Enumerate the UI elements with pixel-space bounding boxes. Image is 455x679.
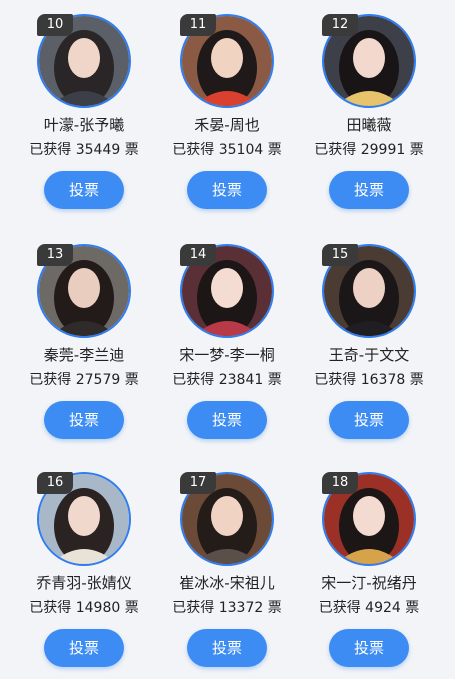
vote-button[interactable]: 投票: [44, 629, 124, 667]
candidate-name: 宋一梦-李一桐: [179, 346, 275, 364]
candidate-name: 崔冰冰-宋祖儿: [179, 574, 275, 592]
rank-badge: 18: [322, 472, 358, 494]
vote-count: 已获得 4924 票: [318, 600, 420, 616]
vote-button[interactable]: 投票: [187, 629, 267, 667]
vote-button[interactable]: 投票: [187, 171, 267, 209]
avatar-container[interactable]: 11: [180, 14, 274, 108]
candidate-name: 秦莞-李兰迪: [43, 346, 125, 364]
rank-badge: 10: [37, 14, 73, 36]
candidate-name: 宋一汀-祝绪丹: [321, 574, 417, 592]
candidate-card: 13 秦莞-李兰迪 已获得 27579 票 投票: [14, 244, 154, 439]
candidate-name: 乔青羽-张婧仪: [36, 574, 132, 592]
avatar-container[interactable]: 17: [180, 472, 274, 566]
vote-button[interactable]: 投票: [187, 401, 267, 439]
rank-badge: 16: [37, 472, 73, 494]
rank-badge: 17: [180, 472, 216, 494]
rank-badge: 13: [37, 244, 73, 266]
rank-badge: 15: [322, 244, 358, 266]
candidate-name: 王奇-于文文: [328, 346, 410, 364]
vote-count: 已获得 29991 票: [314, 142, 424, 158]
avatar-container[interactable]: 12: [322, 14, 416, 108]
candidate-name: 叶濛-张予曦: [43, 116, 125, 134]
avatar-container[interactable]: 15: [322, 244, 416, 338]
vote-button[interactable]: 投票: [44, 401, 124, 439]
vote-count: 已获得 27579 票: [29, 372, 139, 388]
avatar-container[interactable]: 14: [180, 244, 274, 338]
candidate-card: 14 宋一梦-李一桐 已获得 23841 票 投票: [157, 244, 297, 439]
vote-button[interactable]: 投票: [329, 629, 409, 667]
candidate-grid: 10 叶濛-张予曦 已获得 35449 票 投票 11 禾晏-周也 已获得 35…: [0, 0, 455, 679]
rank-badge: 11: [180, 14, 216, 36]
vote-count: 已获得 14980 票: [29, 600, 139, 616]
candidate-name: 禾晏-周也: [194, 116, 260, 134]
candidate-card: 15 王奇-于文文 已获得 16378 票 投票: [299, 244, 439, 439]
vote-button[interactable]: 投票: [44, 171, 124, 209]
avatar-container[interactable]: 18: [322, 472, 416, 566]
vote-count: 已获得 35104 票: [172, 142, 282, 158]
avatar-container[interactable]: 13: [37, 244, 131, 338]
vote-button[interactable]: 投票: [329, 401, 409, 439]
candidate-card: 16 乔青羽-张婧仪 已获得 14980 票 投票: [14, 472, 154, 667]
candidate-card: 10 叶濛-张予曦 已获得 35449 票 投票: [14, 14, 154, 209]
vote-button[interactable]: 投票: [329, 171, 409, 209]
candidate-card: 12 田曦薇 已获得 29991 票 投票: [299, 14, 439, 209]
rank-badge: 14: [180, 244, 216, 266]
candidate-card: 11 禾晏-周也 已获得 35104 票 投票: [157, 14, 297, 209]
avatar-container[interactable]: 10: [37, 14, 131, 108]
candidate-name: 田曦薇: [346, 116, 392, 134]
vote-count: 已获得 23841 票: [172, 372, 282, 388]
candidate-card: 17 崔冰冰-宋祖儿 已获得 13372 票 投票: [157, 472, 297, 667]
rank-badge: 12: [322, 14, 358, 36]
vote-count: 已获得 13372 票: [172, 600, 282, 616]
vote-count: 已获得 35449 票: [29, 142, 139, 158]
avatar-container[interactable]: 16: [37, 472, 131, 566]
vote-count: 已获得 16378 票: [314, 372, 424, 388]
candidate-card: 18 宋一汀-祝绪丹 已获得 4924 票 投票: [299, 472, 439, 667]
